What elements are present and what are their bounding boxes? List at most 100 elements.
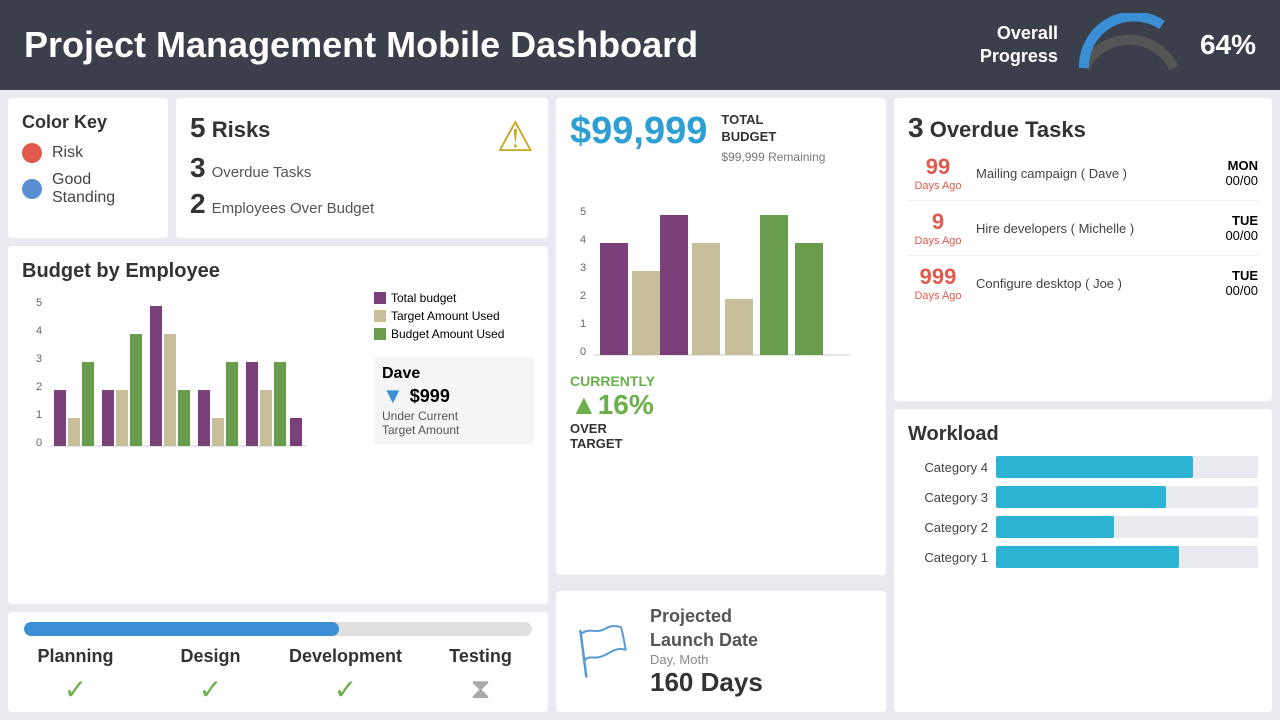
color-key-risk: Risk: [22, 143, 154, 163]
phase-testing: Testing ⧗: [413, 646, 548, 706]
task2-days-col: 9 Days Ago: [908, 209, 968, 247]
task2-days: 9: [908, 209, 968, 235]
phases-progress-fill: [24, 622, 339, 636]
task2-desc: Hire developers ( Michelle ): [976, 221, 1217, 236]
phase-design: Design ✓: [143, 646, 278, 706]
svg-text:1: 1: [580, 318, 586, 330]
bar-g2-purple: [102, 390, 114, 446]
bp-amount-block: $99,999: [570, 112, 707, 150]
mid-bar-green-2: [795, 243, 823, 355]
good-circle: [22, 179, 42, 199]
good-label: GoodStanding: [52, 171, 115, 207]
progress-label: OverallProgress: [980, 22, 1058, 69]
wl-cat3-bg: [996, 486, 1258, 508]
overdue-count: 3: [908, 112, 924, 143]
legend-budget-label: Budget Amount Used: [391, 327, 504, 341]
legend-green-box: [374, 328, 386, 340]
legend-total: Total budget: [374, 291, 534, 305]
bp-currently-block: CURRENTLY ▲16% OVERTARGET: [570, 373, 872, 451]
dave-name: Dave: [382, 365, 526, 383]
wl-cat2-bar: [996, 516, 1114, 538]
svg-text:1: 1: [36, 409, 42, 421]
svg-text:5: 5: [36, 297, 42, 309]
budget-card: Budget by Employee 0 1 2 3 4 5: [8, 246, 548, 604]
bp-top: $99,999 TOTALBUDGET $99,999 Remaining: [570, 112, 872, 164]
overdue-text: Overdue Tasks: [212, 164, 312, 181]
color-key-title: Color Key: [22, 112, 154, 133]
bar-dave-purple: [150, 306, 162, 446]
task2-date: TUE 00/00: [1225, 213, 1258, 243]
bp-amount: $99,999: [570, 112, 707, 150]
design-check-icon: ✓: [143, 673, 278, 706]
legend-budget: Budget Amount Used: [374, 327, 534, 341]
svg-text:4: 4: [36, 325, 42, 337]
phases-progress-bar: [24, 622, 532, 636]
mid-bar-chart: 0 1 2 3 4 5: [570, 172, 860, 362]
task3-day: TUE: [1225, 268, 1258, 283]
launch-flag-icon: 🏳: [570, 621, 636, 682]
phases-items: Planning ✓ Design ✓ Development ✓ Testin…: [8, 646, 548, 706]
task2-time: 00/00: [1225, 228, 1258, 243]
bp-labels: TOTALBUDGET $99,999 Remaining: [721, 112, 825, 164]
bar-g6-purple: [290, 418, 302, 446]
task2-day: TUE: [1225, 213, 1258, 228]
launch-info: ProjectedLaunch Date Day, Moth 160 Days: [650, 605, 763, 698]
wl-cat3-label: Category 3: [908, 490, 988, 505]
risk-circle: [22, 143, 42, 163]
risks-row-2: 2 Employees Over Budget: [190, 188, 374, 220]
legend-purple-box: [374, 292, 386, 304]
svg-text:0: 0: [580, 346, 586, 358]
dave-highlight: Dave ▼ $999 Under CurrentTarget Amount: [374, 357, 534, 445]
header-right: OverallProgress 64%: [980, 13, 1256, 78]
risks-label: Risks: [212, 117, 271, 142]
development-check-icon: ✓: [278, 673, 413, 706]
header: Project Management Mobile Dashboard Over…: [0, 0, 1280, 90]
workload-title: Workload: [908, 423, 1258, 446]
bp-pct: ▲16%: [570, 389, 872, 421]
task3-date: TUE 00/00: [1225, 268, 1258, 298]
bp-budget-label: TOTALBUDGET: [721, 112, 825, 146]
risks-row-1: 3 Overdue Tasks: [190, 152, 374, 184]
task-row-2: 9 Days Ago Hire developers ( Michelle ) …: [908, 209, 1258, 256]
bar-g4-tan: [212, 418, 224, 446]
svg-text:2: 2: [580, 290, 586, 302]
overdue-title: 3 Overdue Tasks: [908, 112, 1258, 144]
svg-text:4: 4: [580, 234, 586, 246]
wl-cat4-bg: [996, 456, 1258, 478]
bar-g1-green: [82, 362, 94, 446]
bar-dave-green: [178, 390, 190, 446]
bar-g2-tan: [116, 390, 128, 446]
budget-title: Budget by Employee: [22, 260, 534, 283]
wl-cat3-bar: [996, 486, 1166, 508]
bar-g2-green: [130, 334, 142, 446]
dave-down-arrow: ▼: [382, 383, 404, 409]
launch-days: 160 Days: [650, 667, 763, 698]
bar-g4-purple: [198, 390, 210, 446]
svg-text:3: 3: [580, 262, 586, 274]
phase-planning: Planning ✓: [8, 646, 143, 706]
risk-label: Risk: [52, 144, 83, 162]
budget-progress-card: $99,999 TOTALBUDGET $99,999 Remaining 0 …: [556, 98, 886, 575]
color-key-good: GoodStanding: [22, 171, 154, 207]
task1-day: MON: [1225, 158, 1258, 173]
progress-arc-svg: [1074, 13, 1184, 78]
bp-over-label: OVERTARGET: [570, 421, 872, 451]
bar-g5-tan: [260, 390, 272, 446]
wl-cat1-label: Category 1: [908, 550, 988, 565]
dave-sub: Under CurrentTarget Amount: [382, 409, 526, 437]
mid-bar-purple-2: [660, 215, 688, 355]
launch-card: 🏳 ProjectedLaunch Date Day, Moth 160 Day…: [556, 591, 886, 712]
employees-count: 2: [190, 188, 206, 220]
budget-legend: Total budget Target Amount Used Budget A…: [374, 291, 534, 345]
legend-tan-box: [374, 310, 386, 322]
bar-dave-tan: [164, 334, 176, 446]
bar-g5-green: [274, 362, 286, 446]
phase-design-label: Design: [143, 646, 278, 667]
mid-bar-tan-1: [632, 271, 660, 355]
bar-g4-green: [226, 362, 238, 446]
phases-card: Planning ✓ Design ✓ Development ✓ Testin…: [8, 612, 548, 712]
task1-days-col: 99 Days Ago: [908, 154, 968, 192]
phase-testing-label: Testing: [413, 646, 548, 667]
phase-development-label: Development: [278, 646, 413, 667]
progress-pct: 64%: [1200, 29, 1256, 61]
